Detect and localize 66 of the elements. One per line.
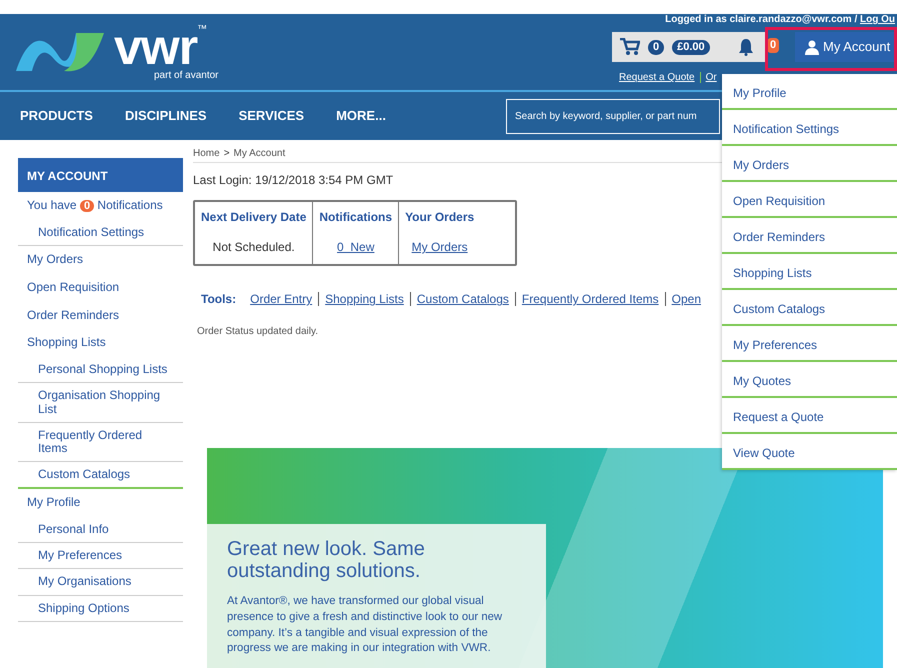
menu-item[interactable]: Notification Settings (722, 110, 897, 146)
nav-link[interactable]: SERVICES (238, 106, 304, 126)
sidebar-subitem[interactable]: Shipping Options (18, 596, 183, 622)
nav-link[interactable]: DISCIPLINES (124, 106, 207, 126)
nav-link[interactable]: MORE... (336, 106, 386, 126)
menu-item[interactable]: Shopping Lists (722, 254, 897, 290)
sidebar-title: MY ACCOUNT (18, 158, 183, 192)
column-heading: Your Orders (405, 210, 474, 224)
banner-text: At Avantor®, we have transformed our global visual presence to give a fresh and distinctive look to our new company. It’s a tangible and visual expression of the progress we are making in our integration with VWR. (227, 594, 504, 656)
status-note: Order Status updated daily. (197, 325, 319, 340)
breadcrumb-separator: > (224, 148, 230, 159)
sidebar-subitem[interactable]: Notification Settings (18, 220, 183, 246)
separator-slash: / (854, 14, 858, 25)
tool-link[interactable]: Open (666, 292, 707, 306)
menu-item[interactable]: My Orders (722, 146, 897, 182)
sidebar-subitem[interactable]: Custom Catalogs (18, 462, 183, 490)
notification-badge: 0 (767, 38, 780, 53)
quick-link[interactable]: Request a Quote (614, 72, 700, 83)
my-account-button[interactable]: My Account (795, 32, 897, 62)
sidebar-subitem[interactable]: Personal Info (18, 517, 183, 544)
notifications-summary: You have 0 Notifications (26, 197, 164, 214)
sidebar-item[interactable]: Shopping Lists (18, 329, 183, 358)
sidebar-item[interactable]: My Profile (18, 489, 183, 518)
column-heading: Notifications (319, 210, 392, 224)
menu-item[interactable]: View Quote (722, 434, 897, 470)
summary-value: Not Scheduled. (212, 239, 296, 256)
logo-swoosh-icon (14, 31, 106, 73)
tool-link[interactable]: Order Entry (244, 292, 320, 306)
cart-icon[interactable] (620, 38, 640, 56)
sidebar-item[interactable]: Order Reminders (18, 302, 183, 330)
menu-item[interactable]: Order Reminders (722, 218, 897, 254)
logo-tagline: part of avantor (154, 68, 218, 82)
sidebar-item[interactable]: My Orders (18, 246, 183, 274)
banner-heading: Great new look. Same outstanding solutions. (227, 538, 426, 582)
breadcrumb-link[interactable]: My Account (234, 148, 286, 159)
cart-count: 0 (648, 40, 664, 54)
tools-label: Tools: (201, 292, 236, 306)
search-field[interactable]: Search by keyword, supplier, or part num (506, 98, 720, 134)
menu-item[interactable]: Custom Catalogs (722, 290, 897, 326)
tool-link[interactable]: Frequently Ordered Items (516, 292, 666, 306)
tool-link[interactable]: Custom Catalogs (410, 292, 516, 306)
summary-link[interactable]: My Orders (412, 240, 468, 254)
tool-link[interactable]: Shopping Lists (319, 292, 411, 306)
menu-item[interactable]: My Quotes (722, 362, 897, 398)
sidebar-subitem[interactable]: My Preferences (18, 543, 183, 570)
sidebar-subitem[interactable]: Frequently Ordered Items (18, 422, 183, 462)
summary-link[interactable]: 0 New (337, 240, 374, 254)
logout-link[interactable]: Log Ou (860, 14, 895, 25)
cart-total: £0.00 (672, 40, 710, 54)
menu-item[interactable]: My Preferences (722, 326, 897, 362)
column-heading: Next Delivery Date (201, 210, 306, 224)
menu-item[interactable]: Open Requisition (722, 182, 897, 218)
nav-link[interactable]: PRODUCTS (20, 106, 93, 126)
sidebar-subitem[interactable]: Organisation Shopping List (18, 383, 183, 423)
last-login-value: 19/12/2018 3:54 PM GMT (255, 173, 394, 187)
sidebar-subitem[interactable]: My Organisations (18, 569, 183, 596)
bell-icon[interactable] (738, 38, 754, 56)
trademark-sign: ™ (197, 24, 208, 34)
menu-item[interactable]: Request a Quote (722, 398, 897, 434)
menu-item[interactable]: My Profile (722, 74, 897, 110)
last-login-label: Last Login: (193, 173, 252, 187)
breadcrumb-link[interactable]: Home (193, 148, 220, 159)
sidebar-item[interactable]: Open Requisition (18, 274, 183, 302)
user-icon (805, 40, 819, 54)
logged-in-text: Logged in as claire.randazzo@vwr.com (665, 14, 852, 25)
sidebar-subitem[interactable]: Personal Shopping Lists (18, 357, 183, 384)
